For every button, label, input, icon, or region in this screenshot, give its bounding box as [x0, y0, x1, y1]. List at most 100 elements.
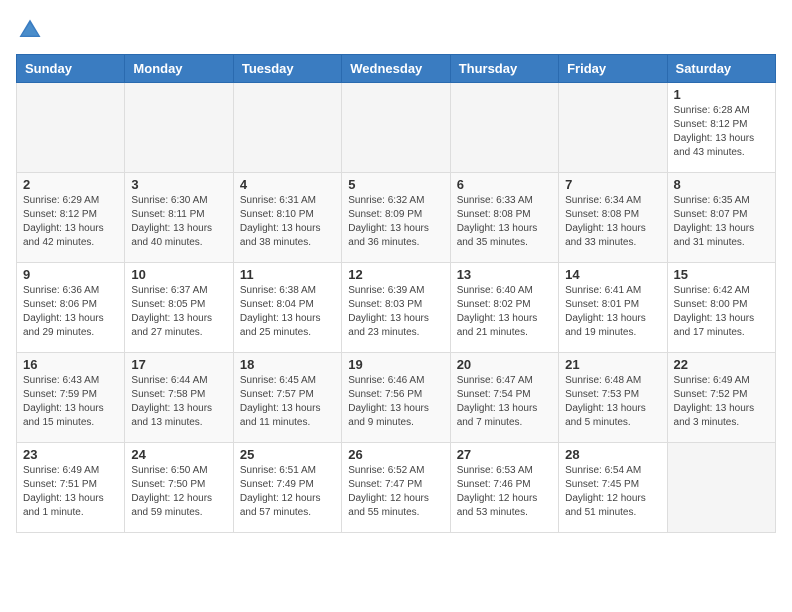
day-number: 22: [674, 357, 769, 372]
calendar-cell: [342, 83, 450, 173]
calendar-cell: [559, 83, 667, 173]
weekday-header-saturday: Saturday: [667, 55, 775, 83]
calendar-cell: 20Sunrise: 6:47 AM Sunset: 7:54 PM Dayli…: [450, 353, 558, 443]
calendar-cell: 4 Sunrise: 6:31 AM Sunset: 8:10 PM Daylig…: [233, 173, 341, 263]
calendar-cell: [17, 83, 125, 173]
day-info: Sunrise: 6:32 AM Sunset: 8:09 PM Dayligh…: [348, 194, 443, 250]
logo: [16, 16, 48, 44]
day-info: Sunrise: 6:31 AM Sunset: 8:10 PM Dayligh…: [240, 194, 335, 250]
day-info: Sunrise: 6:45 AM Sunset: 7:57 PM Dayligh…: [240, 374, 335, 430]
day-info: Sunrise: 6:44 AM Sunset: 7:58 PM Dayligh…: [131, 374, 226, 430]
day-info: Sunrise: 6:49 AM Sunset: 7:52 PM Dayligh…: [674, 374, 769, 430]
day-info: Sunrise: 6:40 AM Sunset: 8:02 PM Dayligh…: [457, 284, 552, 340]
day-info: Sunrise: 6:48 AM Sunset: 7:53 PM Dayligh…: [565, 374, 660, 430]
day-info: Sunrise: 6:34 AM Sunset: 8:08 PM Dayligh…: [565, 194, 660, 250]
calendar-cell: 24 Sunrise: 6:50 AM Sunset: 7:50 PM Dayli…: [125, 443, 233, 533]
calendar-cell: 19 Sunrise: 6:46 AM Sunset: 7:56 PM Dayli…: [342, 353, 450, 443]
weekday-header-thursday: Thursday: [450, 55, 558, 83]
weekday-header-sunday: Sunday: [17, 55, 125, 83]
day-number: 2: [23, 177, 118, 192]
day-number: 18: [240, 357, 335, 372]
calendar-cell: 5 Sunrise: 6:32 AM Sunset: 8:09 PM Daylig…: [342, 173, 450, 263]
day-number: 12: [348, 267, 443, 282]
day-number: 3: [131, 177, 226, 192]
calendar-cell: 9Sunrise: 6:36 AM Sunset: 8:06 PM Daylig…: [17, 263, 125, 353]
day-number: 10: [131, 267, 226, 282]
calendar-cell: 26 Sunrise: 6:52 AM Sunset: 7:47 PM Dayli…: [342, 443, 450, 533]
week-row-3: 9Sunrise: 6:36 AM Sunset: 8:06 PM Daylig…: [17, 263, 776, 353]
week-row-4: 16Sunrise: 6:43 AM Sunset: 7:59 PM Dayli…: [17, 353, 776, 443]
calendar-cell: 23 Sunrise: 6:49 AM Sunset: 7:51 PM Dayli…: [17, 443, 125, 533]
day-info: Sunrise: 6:47 AM Sunset: 7:54 PM Dayligh…: [457, 374, 552, 430]
weekday-header-friday: Friday: [559, 55, 667, 83]
day-info: Sunrise: 6:52 AM Sunset: 7:47 PM Dayligh…: [348, 464, 443, 520]
day-number: 11: [240, 267, 335, 282]
weekday-header-wednesday: Wednesday: [342, 55, 450, 83]
calendar-cell: 14 Sunrise: 6:41 AM Sunset: 8:01 PM Dayli…: [559, 263, 667, 353]
calendar-cell: [125, 83, 233, 173]
calendar-cell: [667, 443, 775, 533]
week-row-5: 23 Sunrise: 6:49 AM Sunset: 7:51 PM Dayli…: [17, 443, 776, 533]
calendar-cell: [233, 83, 341, 173]
calendar-cell: 3 Sunrise: 6:30 AM Sunset: 8:11 PM Daylig…: [125, 173, 233, 263]
day-info: Sunrise: 6:41 AM Sunset: 8:01 PM Dayligh…: [565, 284, 660, 340]
calendar-cell: 25 Sunrise: 6:51 AM Sunset: 7:49 PM Dayli…: [233, 443, 341, 533]
calendar-cell: 6 Sunrise: 6:33 AM Sunset: 8:08 PM Daylig…: [450, 173, 558, 263]
day-info: Sunrise: 6:53 AM Sunset: 7:46 PM Dayligh…: [457, 464, 552, 520]
weekday-header-tuesday: Tuesday: [233, 55, 341, 83]
day-number: 19: [348, 357, 443, 372]
day-info: Sunrise: 6:49 AM Sunset: 7:51 PM Dayligh…: [23, 464, 118, 520]
calendar-cell: 1Sunrise: 6:28 AM Sunset: 8:12 PM Daylig…: [667, 83, 775, 173]
calendar-cell: 22 Sunrise: 6:49 AM Sunset: 7:52 PM Dayli…: [667, 353, 775, 443]
day-number: 15: [674, 267, 769, 282]
day-info: Sunrise: 6:33 AM Sunset: 8:08 PM Dayligh…: [457, 194, 552, 250]
calendar-cell: 16Sunrise: 6:43 AM Sunset: 7:59 PM Dayli…: [17, 353, 125, 443]
day-info: Sunrise: 6:30 AM Sunset: 8:11 PM Dayligh…: [131, 194, 226, 250]
calendar-cell: 21 Sunrise: 6:48 AM Sunset: 7:53 PM Dayli…: [559, 353, 667, 443]
day-info: Sunrise: 6:39 AM Sunset: 8:03 PM Dayligh…: [348, 284, 443, 340]
day-number: 14: [565, 267, 660, 282]
calendar-cell: 2 Sunrise: 6:29 AM Sunset: 8:12 PM Daylig…: [17, 173, 125, 263]
page-header: [16, 16, 776, 44]
day-info: Sunrise: 6:51 AM Sunset: 7:49 PM Dayligh…: [240, 464, 335, 520]
day-info: Sunrise: 6:37 AM Sunset: 8:05 PM Dayligh…: [131, 284, 226, 340]
day-number: 5: [348, 177, 443, 192]
day-number: 17: [131, 357, 226, 372]
logo-icon: [16, 16, 44, 44]
calendar-cell: 28 Sunrise: 6:54 AM Sunset: 7:45 PM Dayli…: [559, 443, 667, 533]
weekday-header-row: SundayMondayTuesdayWednesdayThursdayFrid…: [17, 55, 776, 83]
day-number: 8: [674, 177, 769, 192]
day-info: Sunrise: 6:50 AM Sunset: 7:50 PM Dayligh…: [131, 464, 226, 520]
calendar-table: SundayMondayTuesdayWednesdayThursdayFrid…: [16, 54, 776, 533]
calendar-cell: 18 Sunrise: 6:45 AM Sunset: 7:57 PM Dayli…: [233, 353, 341, 443]
day-number: 25: [240, 447, 335, 462]
day-number: 27: [457, 447, 552, 462]
calendar-cell: 17 Sunrise: 6:44 AM Sunset: 7:58 PM Dayli…: [125, 353, 233, 443]
week-row-1: 1Sunrise: 6:28 AM Sunset: 8:12 PM Daylig…: [17, 83, 776, 173]
day-info: Sunrise: 6:46 AM Sunset: 7:56 PM Dayligh…: [348, 374, 443, 430]
calendar-cell: 10 Sunrise: 6:37 AM Sunset: 8:05 PM Dayli…: [125, 263, 233, 353]
calendar-cell: 13 Sunrise: 6:40 AM Sunset: 8:02 PM Dayli…: [450, 263, 558, 353]
day-number: 26: [348, 447, 443, 462]
day-info: Sunrise: 6:29 AM Sunset: 8:12 PM Dayligh…: [23, 194, 118, 250]
day-info: Sunrise: 6:42 AM Sunset: 8:00 PM Dayligh…: [674, 284, 769, 340]
day-number: 13: [457, 267, 552, 282]
calendar-cell: 27 Sunrise: 6:53 AM Sunset: 7:46 PM Dayli…: [450, 443, 558, 533]
calendar-cell: 15 Sunrise: 6:42 AM Sunset: 8:00 PM Dayli…: [667, 263, 775, 353]
weekday-header-monday: Monday: [125, 55, 233, 83]
day-number: 1: [674, 87, 769, 102]
day-number: 21: [565, 357, 660, 372]
day-number: 6: [457, 177, 552, 192]
day-number: 23: [23, 447, 118, 462]
calendar-cell: 12 Sunrise: 6:39 AM Sunset: 8:03 PM Dayli…: [342, 263, 450, 353]
day-number: 4: [240, 177, 335, 192]
calendar-cell: 8Sunrise: 6:35 AM Sunset: 8:07 PM Daylig…: [667, 173, 775, 263]
calendar-cell: 7 Sunrise: 6:34 AM Sunset: 8:08 PM Daylig…: [559, 173, 667, 263]
day-info: Sunrise: 6:38 AM Sunset: 8:04 PM Dayligh…: [240, 284, 335, 340]
day-number: 28: [565, 447, 660, 462]
day-info: Sunrise: 6:36 AM Sunset: 8:06 PM Dayligh…: [23, 284, 118, 340]
day-number: 24: [131, 447, 226, 462]
day-number: 7: [565, 177, 660, 192]
calendar-cell: [450, 83, 558, 173]
day-info: Sunrise: 6:54 AM Sunset: 7:45 PM Dayligh…: [565, 464, 660, 520]
